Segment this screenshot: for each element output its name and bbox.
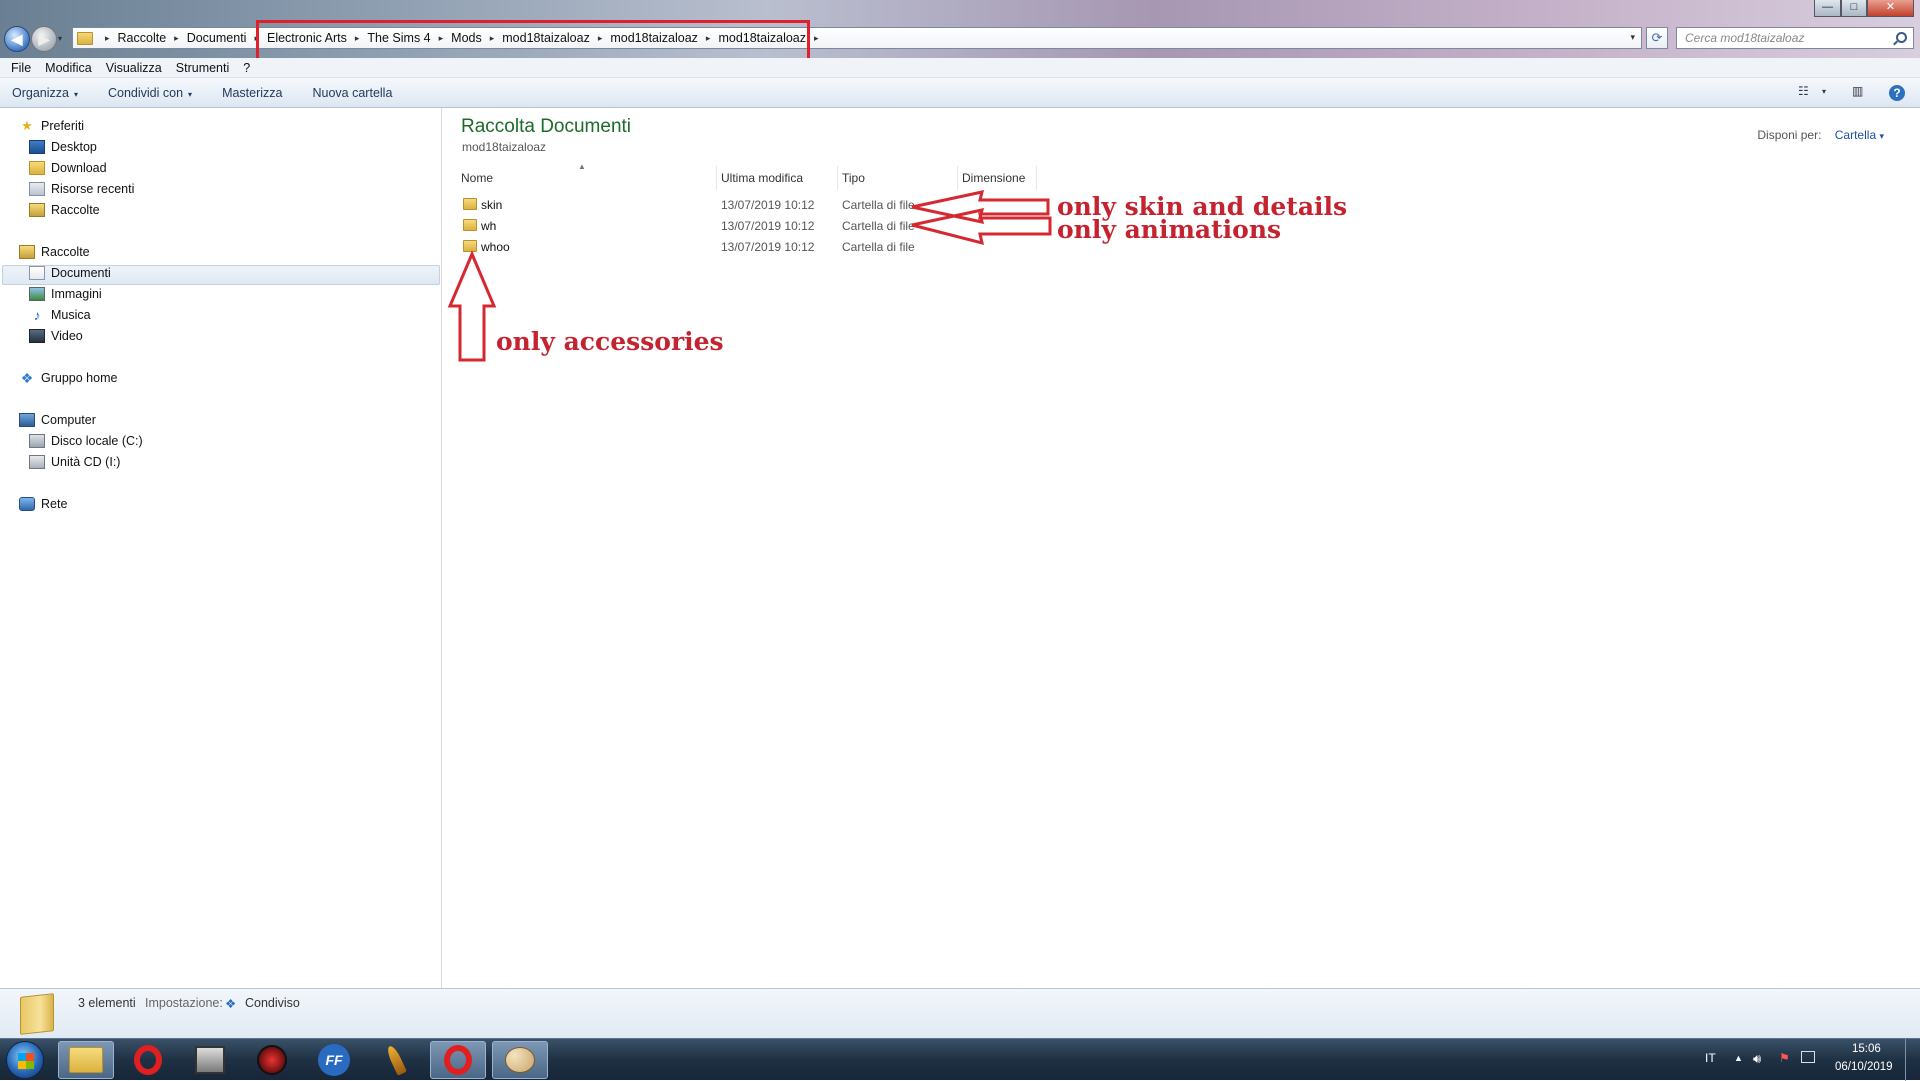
network-status-icon[interactable]	[1801, 1051, 1815, 1063]
media-icon	[195, 1046, 225, 1074]
shared-users-icon: ❖	[225, 997, 237, 1011]
opera-icon	[444, 1045, 472, 1075]
taskbar-feather[interactable]	[368, 1041, 424, 1079]
show-desktop-button[interactable]	[1905, 1039, 1920, 1081]
explorer-window: — □ ✕ ◀ ▶ ▾ ▸ Raccolte ▸ Documenti ▸ Ele…	[0, 0, 1920, 1081]
language-indicator[interactable]: IT	[1705, 1051, 1716, 1065]
taskbar-opera-2[interactable]	[430, 1041, 486, 1079]
clock-time[interactable]: 15:06	[1852, 1043, 1881, 1055]
annotation-whoo: only accessories	[496, 327, 724, 356]
sharing-label: Impostazione:	[145, 996, 223, 1010]
action-center-flag-icon[interactable]: ⚑	[1779, 1051, 1790, 1065]
details-pane: 3 elementi Impostazione: ❖ Condiviso	[0, 988, 1920, 1038]
ffdec-icon: FF	[318, 1044, 350, 1076]
item-count: 3 elementi	[78, 996, 136, 1010]
game-icon	[257, 1045, 287, 1075]
paint-icon	[505, 1047, 535, 1073]
opera-icon	[134, 1045, 162, 1075]
explorer-icon	[69, 1047, 103, 1073]
taskbar-ffdec[interactable]: FF	[306, 1041, 362, 1079]
sharing-value: Condiviso	[245, 996, 300, 1010]
taskbar-paint[interactable]	[492, 1041, 548, 1079]
clock-date[interactable]: 06/10/2019	[1835, 1061, 1893, 1073]
taskbar-media[interactable]	[182, 1041, 238, 1079]
annotation-wh: only animations	[1057, 215, 1282, 244]
feather-icon	[385, 1044, 407, 1076]
start-button[interactable]	[6, 1041, 44, 1079]
arrow-to-whoo-icon	[447, 250, 497, 362]
taskbar-opera[interactable]	[120, 1041, 176, 1079]
taskbar-game[interactable]	[244, 1041, 300, 1079]
taskbar-explorer[interactable]	[58, 1041, 114, 1079]
taskbar: FF IT ▲ 🔊︎ ⚑ 15:06 06/10/2019	[0, 1038, 1920, 1081]
annotation-overlay	[447, 190, 1052, 362]
folder-icon	[20, 993, 54, 1035]
volume-icon[interactable]: 🔊︎	[1753, 1051, 1761, 1067]
show-hidden-icons-icon[interactable]: ▲	[1734, 1053, 1743, 1063]
